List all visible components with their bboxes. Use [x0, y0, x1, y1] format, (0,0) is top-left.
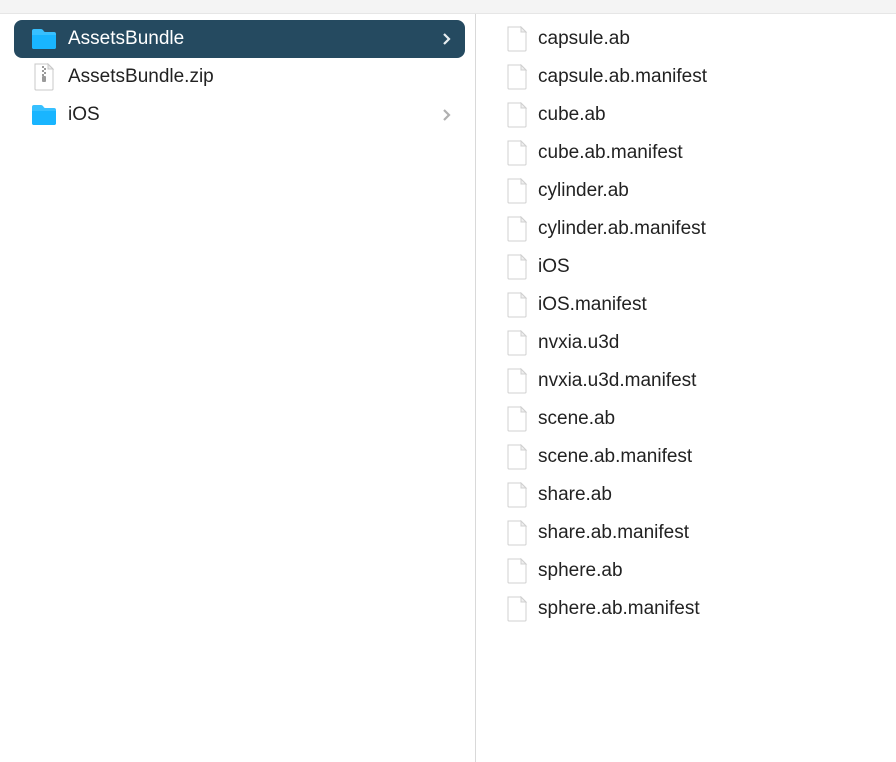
item-label: cube.ab.manifest: [538, 142, 876, 164]
item-label: share.ab.manifest: [538, 522, 876, 544]
file-icon: [506, 26, 528, 52]
file-item[interactable]: scene.ab.manifest: [506, 438, 886, 476]
file-item[interactable]: iOS: [506, 248, 886, 286]
file-icon: [506, 558, 528, 584]
file-icon: [506, 330, 528, 356]
file-item[interactable]: cylinder.ab: [506, 172, 886, 210]
item-label: nvxia.u3d: [538, 332, 876, 354]
item-label: capsule.ab: [538, 28, 876, 50]
file-icon: [506, 292, 528, 318]
file-item[interactable]: sphere.ab.manifest: [506, 590, 886, 628]
folder-icon: [30, 25, 58, 53]
file-item[interactable]: capsule.ab.manifest: [506, 58, 886, 96]
item-label: cylinder.ab: [538, 180, 876, 202]
file-item[interactable]: iOS.manifest: [506, 286, 886, 324]
file-icon: [506, 482, 528, 508]
file-item[interactable]: cube.ab.manifest: [506, 134, 886, 172]
zip-file-icon: [30, 63, 58, 91]
item-label: cube.ab: [538, 104, 876, 126]
file-item[interactable]: capsule.ab: [506, 20, 886, 58]
file-icon: [506, 406, 528, 432]
file-item[interactable]: sphere.ab: [506, 552, 886, 590]
item-label: iOS.manifest: [538, 294, 876, 316]
file-icon: [506, 178, 528, 204]
file-item[interactable]: cube.ab: [506, 96, 886, 134]
file-icon: [506, 140, 528, 166]
file-icon: [506, 520, 528, 546]
file-item[interactable]: nvxia.u3d: [506, 324, 886, 362]
item-label: sphere.ab: [538, 560, 876, 582]
window-toolbar: [0, 0, 896, 14]
file-icon: [506, 102, 528, 128]
file-icon: [506, 254, 528, 280]
item-label: sphere.ab.manifest: [538, 598, 876, 620]
item-label: AssetsBundle.zip: [68, 66, 455, 88]
file-item[interactable]: scene.ab: [506, 400, 886, 438]
finder-columns: AssetsBundle AssetsBundle.zip: [0, 14, 896, 762]
file-item[interactable]: share.ab.manifest: [506, 514, 886, 552]
item-label: iOS: [538, 256, 876, 278]
file-icon: [506, 368, 528, 394]
chevron-right-icon: [439, 107, 455, 123]
file-icon: [506, 216, 528, 242]
file-icon: [506, 596, 528, 622]
folder-icon: [30, 101, 58, 129]
item-label: scene.ab.manifest: [538, 446, 876, 468]
finder-column-left[interactable]: AssetsBundle AssetsBundle.zip: [0, 14, 476, 762]
file-icon: [506, 444, 528, 470]
item-label: capsule.ab.manifest: [538, 66, 876, 88]
item-label: AssetsBundle: [68, 28, 439, 50]
file-item[interactable]: share.ab: [506, 476, 886, 514]
item-label: scene.ab: [538, 408, 876, 430]
folder-item-assetsbundle[interactable]: AssetsBundle: [14, 20, 465, 58]
item-label: share.ab: [538, 484, 876, 506]
item-label: iOS: [68, 104, 439, 126]
file-icon: [506, 64, 528, 90]
item-label: cylinder.ab.manifest: [538, 218, 876, 240]
file-item-assetsbundle-zip[interactable]: AssetsBundle.zip: [14, 58, 465, 96]
item-label: nvxia.u3d.manifest: [538, 370, 876, 392]
file-item[interactable]: cylinder.ab.manifest: [506, 210, 886, 248]
chevron-right-icon: [439, 31, 455, 47]
file-item[interactable]: nvxia.u3d.manifest: [506, 362, 886, 400]
folder-item-ios[interactable]: iOS: [14, 96, 465, 134]
finder-column-right[interactable]: capsule.ab capsule.ab.manifest cube.ab c…: [476, 14, 896, 762]
